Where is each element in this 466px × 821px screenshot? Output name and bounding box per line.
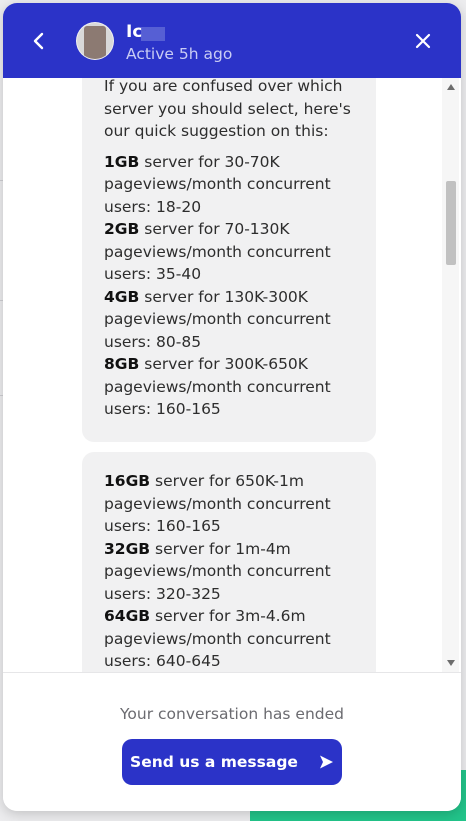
message-intro: If you are confused over which server yo… (104, 78, 351, 140)
send-message-button[interactable]: Send us a message (122, 739, 342, 785)
avatar (76, 22, 114, 60)
chevron-left-icon (33, 32, 44, 50)
chat-header: Ic Active 5h ago (3, 3, 461, 78)
triangle-up-icon (446, 84, 455, 90)
close-icon (415, 33, 431, 49)
close-button[interactable] (407, 23, 439, 59)
message-line: 2GB server for 70-130K pageviews/month c… (104, 220, 331, 283)
agent-status: Active 5h ago (126, 45, 233, 63)
chat-window: Ic Active 5h ago If you are confused ove… (3, 3, 461, 811)
conversation-ended-text: Your conversation has ended (119, 705, 345, 723)
chat-footer: Your conversation has ended Send us a me… (3, 672, 461, 811)
back-button[interactable] (23, 23, 55, 59)
triangle-down-icon (446, 660, 455, 666)
message-line: 64GB server for 3m-4.6m pageviews/month … (104, 607, 331, 670)
message-line: 1GB server for 30-70K pageviews/month co… (104, 152, 331, 216)
message-bubble: If you are confused over which server yo… (82, 78, 376, 442)
scrollbar-thumb[interactable] (446, 181, 456, 265)
send-arrow-icon (319, 755, 333, 769)
message-line: 8GB server for 300K-650K pageviews/month… (104, 355, 331, 418)
message-list[interactable]: If you are confused over which server yo… (3, 78, 461, 672)
agent-name: Ic (126, 22, 143, 42)
scrollbar[interactable] (442, 78, 459, 672)
scroll-up-button[interactable] (442, 80, 459, 94)
message-line: 4GB server for 130K-300K pageviews/month… (104, 287, 331, 351)
scroll-down-button[interactable] (442, 656, 459, 670)
message-line: 16GB server for 650K-1m pageviews/month … (104, 472, 331, 535)
message-line: 32GB server for 1m-4m pageviews/month co… (104, 539, 331, 603)
send-message-label: Send us a message (130, 753, 298, 771)
name-redaction (141, 27, 165, 41)
message-bubble: 16GB server for 650K-1m pageviews/month … (82, 452, 376, 672)
